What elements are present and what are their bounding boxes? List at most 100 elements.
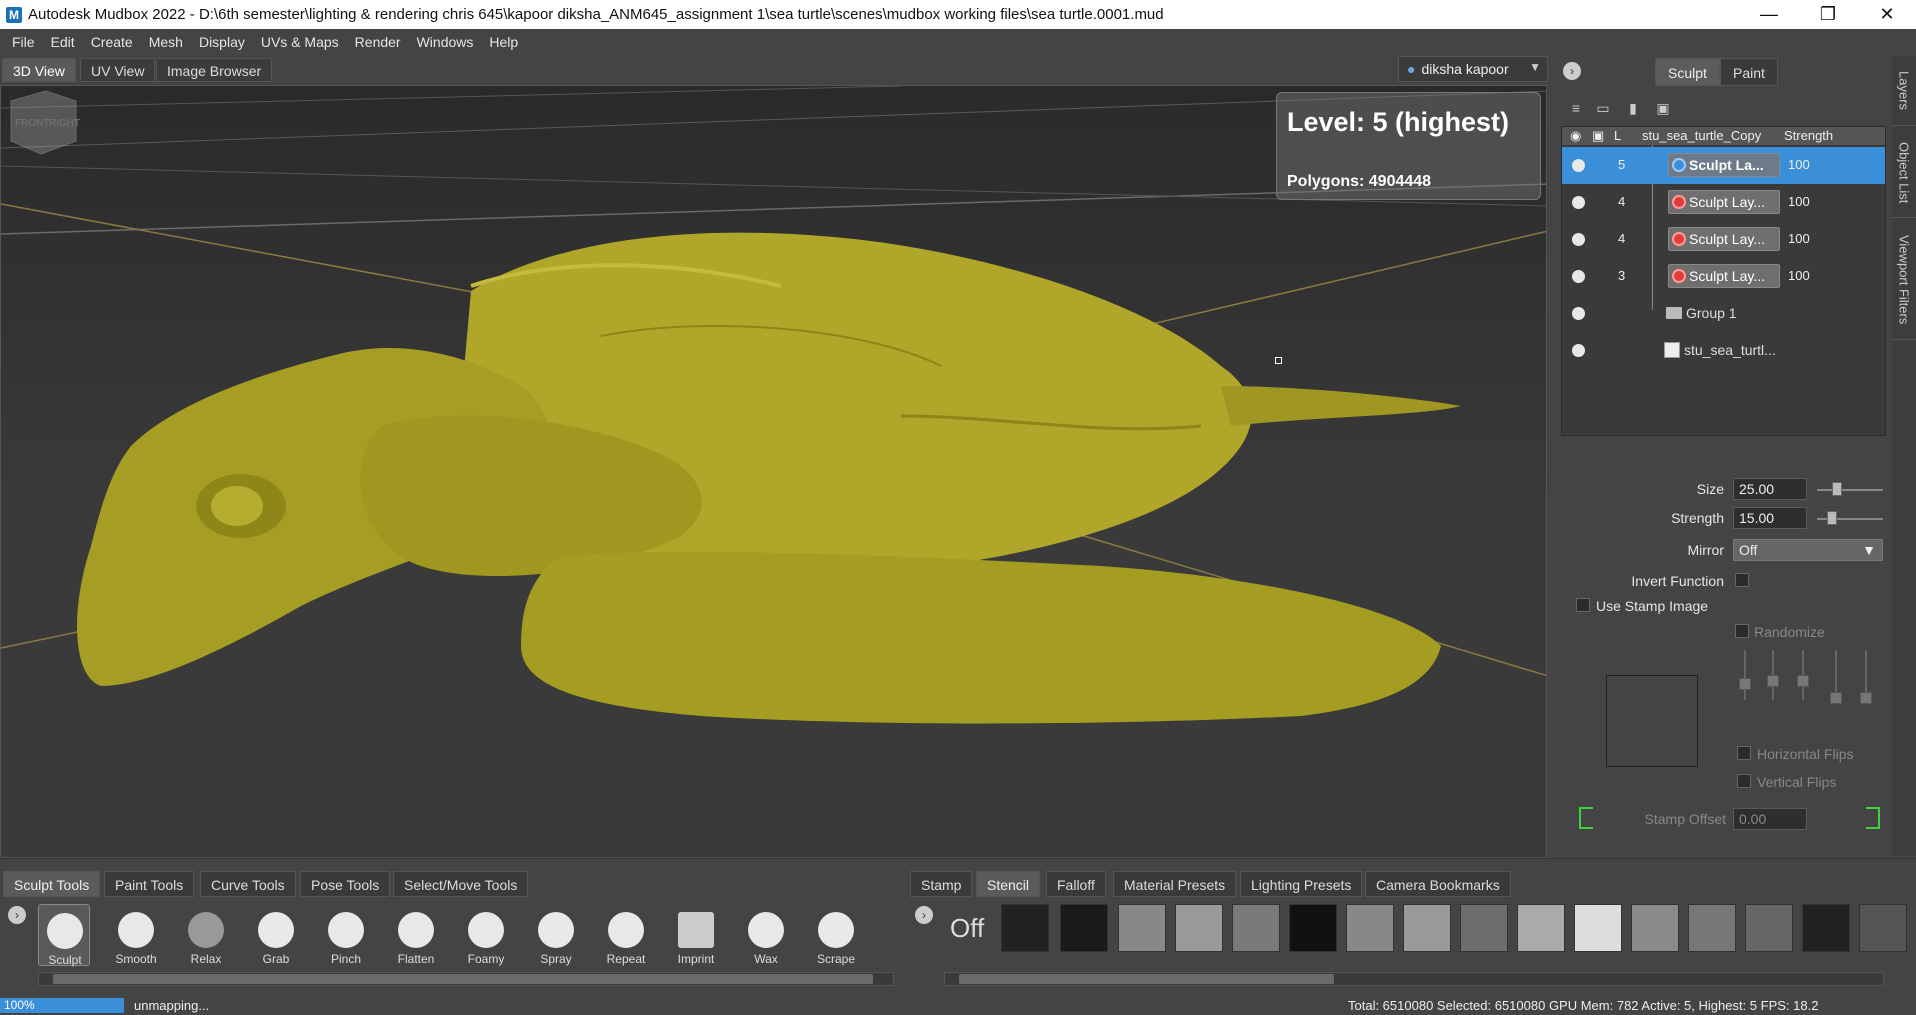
layer-row[interactable]: 5 Sculpt La... 100	[1562, 147, 1885, 184]
tool-sculpt[interactable]: Sculpt	[38, 904, 90, 967]
tab-falloff[interactable]: Falloff	[1046, 871, 1106, 897]
visibility-toggle[interactable]	[1572, 159, 1585, 172]
tab-paint-tools[interactable]: Paint Tools	[104, 871, 195, 897]
new-layer-icon[interactable]: ≡	[1567, 100, 1585, 118]
menu-display[interactable]: Display	[191, 34, 253, 50]
stamp-offset-input[interactable]: 0.00	[1733, 808, 1807, 830]
visibility-toggle[interactable]	[1572, 307, 1585, 320]
tool-repeat[interactable]: Repeat	[600, 904, 652, 966]
layer-options-icon[interactable]: ▣	[1654, 100, 1672, 118]
arrow-right-icon[interactable]: ›	[8, 906, 26, 924]
invert-function-checkbox[interactable]	[1735, 573, 1749, 587]
stencil-thumbnail[interactable]	[1745, 904, 1793, 952]
tab-object-list[interactable]: Object List	[1892, 128, 1916, 218]
stencil-thumbnail[interactable]	[1060, 904, 1108, 952]
stencil-thumbnail[interactable]	[1118, 904, 1166, 952]
stencil-thumbnail[interactable]	[1001, 904, 1049, 952]
viewcube-icon[interactable]: FRONT RIGHT	[1, 86, 81, 156]
layer-row[interactable]: 4 Sculpt Lay... 100	[1562, 221, 1885, 258]
minimize-button[interactable]: —	[1742, 0, 1796, 29]
scrollbar-thumb[interactable]	[53, 974, 873, 984]
stencil-thumbnail[interactable]	[1175, 904, 1223, 952]
stencil-off-option[interactable]: Off	[950, 913, 984, 944]
tool-spray[interactable]: Spray	[530, 904, 582, 966]
trash-icon[interactable]: ▮	[1624, 100, 1642, 118]
layer-name[interactable]: Sculpt Lay...	[1668, 264, 1780, 288]
tool-scrape[interactable]: Scrape	[810, 904, 862, 966]
stencil-thumbnail[interactable]	[1403, 904, 1451, 952]
layer-name[interactable]: Sculpt Lay...	[1668, 190, 1780, 214]
layer-strength[interactable]: 100	[1788, 268, 1810, 283]
layer-strength[interactable]: 100	[1788, 157, 1810, 172]
stamp-slider-thumb[interactable]	[1739, 678, 1751, 690]
visibility-toggle[interactable]	[1572, 233, 1585, 246]
visibility-toggle[interactable]	[1572, 270, 1585, 283]
stencil-thumbnail[interactable]	[1688, 904, 1736, 952]
tab-image-browser[interactable]: Image Browser	[156, 58, 273, 82]
mesh-row[interactable]: stu_sea_turtl...	[1562, 332, 1885, 369]
tab-uv-view[interactable]: UV View	[80, 58, 156, 82]
tab-sculpt[interactable]: Sculpt	[1655, 58, 1720, 86]
stencil-thumbnail[interactable]	[1859, 904, 1907, 952]
vertical-flips-checkbox[interactable]	[1737, 774, 1751, 788]
tool-smooth[interactable]: Smooth	[110, 904, 162, 966]
horizontal-flips-checkbox[interactable]	[1737, 746, 1751, 760]
arrow-right-icon[interactable]: ›	[1563, 62, 1581, 80]
tab-camera-bookmarks[interactable]: Camera Bookmarks	[1365, 871, 1511, 897]
user-dropdown[interactable]: ● diksha kapoor ▼	[1398, 56, 1548, 82]
strength-input[interactable]: 15.00	[1733, 507, 1807, 529]
stencil-thumbnail[interactable]	[1631, 904, 1679, 952]
menu-file[interactable]: File	[4, 34, 43, 50]
tab-stamp[interactable]: Stamp	[910, 871, 973, 897]
layer-name[interactable]: Sculpt La...	[1668, 153, 1780, 177]
tab-pose-tools[interactable]: Pose Tools	[300, 871, 391, 897]
tab-stencil[interactable]: Stencil	[976, 871, 1041, 897]
stencil-thumbnail[interactable]	[1346, 904, 1394, 952]
menu-mesh[interactable]: Mesh	[141, 34, 191, 50]
stencil-thumbnail[interactable]	[1289, 904, 1337, 952]
stencil-thumbnail[interactable]	[1232, 904, 1280, 952]
stencil-scrollbar[interactable]	[944, 972, 1884, 986]
stamp-slider-thumb[interactable]	[1797, 675, 1809, 687]
3d-viewport[interactable]: Level: 5 (highest) Polygons: 4904448 FRO…	[0, 85, 1547, 858]
use-stamp-image-checkbox[interactable]	[1576, 598, 1590, 612]
folder-icon[interactable]: ▭	[1594, 100, 1612, 118]
visibility-toggle[interactable]	[1572, 196, 1585, 209]
tool-imprint[interactable]: Imprint	[670, 904, 722, 966]
visibility-toggle[interactable]	[1572, 344, 1585, 357]
tools-scrollbar[interactable]	[38, 972, 894, 986]
tab-layers[interactable]: Layers	[1892, 56, 1916, 126]
stencil-thumbnail[interactable]	[1574, 904, 1622, 952]
size-input[interactable]: 25.00	[1733, 478, 1807, 500]
tab-viewport-filters[interactable]: Viewport Filters	[1892, 220, 1916, 340]
arrow-right-icon[interactable]: ›	[915, 906, 933, 924]
menu-render[interactable]: Render	[347, 34, 409, 50]
size-slider[interactable]	[1817, 489, 1883, 491]
tab-curve-tools[interactable]: Curve Tools	[200, 871, 296, 897]
stencil-thumbnail[interactable]	[1517, 904, 1565, 952]
tab-select-move-tools[interactable]: Select/Move Tools	[393, 871, 529, 897]
menu-help[interactable]: Help	[481, 34, 526, 50]
menu-create[interactable]: Create	[83, 34, 141, 50]
close-button[interactable]: ✕	[1860, 0, 1914, 29]
stamp-preview[interactable]	[1606, 675, 1698, 767]
layer-strength[interactable]: 100	[1788, 231, 1810, 246]
layer-name[interactable]: Sculpt Lay...	[1668, 227, 1780, 251]
size-slider-thumb[interactable]	[1832, 482, 1842, 496]
tab-lighting-presets[interactable]: Lighting Presets	[1240, 871, 1363, 897]
mirror-select[interactable]: Off ▼	[1733, 539, 1883, 561]
restore-button[interactable]: ❐	[1801, 0, 1855, 29]
menu-uvs-maps[interactable]: UVs & Maps	[253, 34, 347, 50]
tool-pinch[interactable]: Pinch	[320, 904, 372, 966]
tab-sculpt-tools[interactable]: Sculpt Tools	[3, 871, 101, 897]
menu-windows[interactable]: Windows	[409, 34, 482, 50]
strength-slider-thumb[interactable]	[1827, 511, 1837, 525]
tool-grab[interactable]: Grab	[250, 904, 302, 966]
tool-flatten[interactable]: Flatten	[390, 904, 442, 966]
stamp-slider-thumb[interactable]	[1860, 692, 1872, 704]
group-row[interactable]: Group 1	[1562, 295, 1885, 332]
tool-relax[interactable]: Relax	[180, 904, 232, 966]
tab-material-presets[interactable]: Material Presets	[1113, 871, 1237, 897]
stamp-slider[interactable]	[1744, 650, 1746, 700]
stamp-slider-thumb[interactable]	[1767, 675, 1779, 687]
